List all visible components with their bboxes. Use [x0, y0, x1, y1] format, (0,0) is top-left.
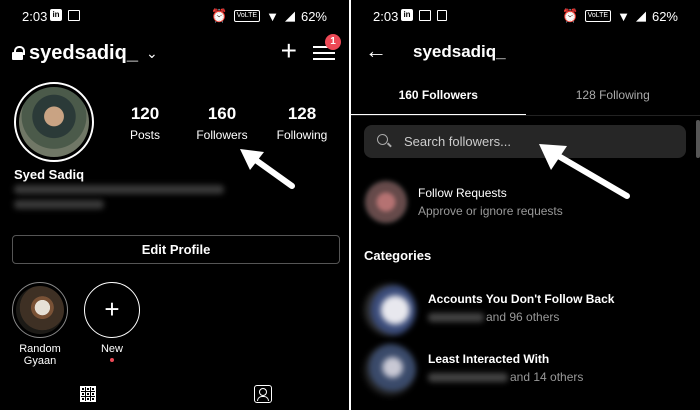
status-notif-icons: in [50, 9, 80, 21]
username-switcher[interactable]: syedsadiq_ [29, 42, 138, 65]
battery-percent: 62% [651, 8, 678, 24]
chevron-down-icon[interactable]: ⌄ [146, 45, 158, 62]
new-highlight-button[interactable]: + New [84, 282, 140, 362]
following-stat[interactable]: 128 Following [270, 104, 334, 142]
following-label: Following [276, 128, 328, 142]
category-subtitle-text: and 96 others [486, 310, 560, 324]
lock-icon [12, 46, 25, 60]
profile-header: syedsadiq_ ⌄ + 1 [12, 34, 341, 70]
avatar [364, 284, 416, 336]
profile-screen: 2:03 in ⏰ VoLTE ▼ ◢ 62% syedsadiq_ ⌄ + 1… [0, 0, 349, 410]
alarm-icon: ⏰ [562, 8, 579, 23]
avatar [19, 87, 89, 157]
highlight-cover [12, 282, 68, 338]
posts-label: Posts [129, 128, 160, 142]
tab-following[interactable]: 128 Following [526, 78, 700, 115]
page-title: syedsadiq_ [413, 42, 506, 61]
search-icon [377, 134, 388, 145]
screen-icon [68, 9, 80, 21]
followers-screen: 2:03 in ⏰ VoLTE ▼ ◢ 62% ← syedsadiq_ 160… [351, 0, 700, 410]
profile-content-tabs [0, 382, 349, 410]
followers-tabs: 160 Followers 128 Following [351, 78, 700, 116]
scrollbar[interactable] [696, 120, 700, 158]
plus-icon: + [84, 282, 140, 338]
battery-percent: 62% [300, 8, 327, 24]
category-subtitle: and 14 others [428, 370, 583, 384]
linkedin-icon: in [401, 9, 413, 21]
status-notif-icons: in [401, 9, 447, 21]
blurred-username [428, 313, 484, 323]
status-time: 2:03 [373, 9, 399, 24]
followers-stat[interactable]: 160 Followers [190, 104, 254, 142]
blurred-username [428, 373, 508, 383]
signal-icon: ◢ [284, 8, 295, 23]
category-title: Least Interacted With [428, 352, 550, 366]
tab-followers[interactable]: 160 Followers [351, 78, 526, 115]
grid-icon[interactable] [80, 386, 96, 402]
followers-header: ← syedsadiq_ [351, 36, 700, 70]
followers-count: 160 [207, 104, 237, 123]
categories-heading: Categories [364, 248, 432, 263]
status-right-icons: ⏰ VoLTE ▼ ◢ 62% [562, 8, 678, 24]
tagged-icon[interactable] [254, 385, 272, 403]
status-time: 2:03 [22, 9, 48, 24]
profile-bio-blurred [14, 185, 234, 215]
highlight-random-gyaan[interactable]: Random Gyaan [4, 282, 76, 367]
avatar [364, 180, 408, 224]
signal-icon: ◢ [635, 8, 646, 23]
status-bar: 2:03 in ⏰ VoLTE ▼ ◢ 62% [351, 0, 700, 34]
create-post-button[interactable]: + [281, 36, 297, 66]
menu-icon-line [313, 52, 335, 54]
annotation-arrow [539, 144, 630, 199]
posts-stat[interactable]: 120 Posts [120, 104, 170, 142]
category-subtitle: and 96 others [428, 310, 559, 324]
back-arrow-icon[interactable]: ← [365, 38, 387, 64]
new-dot-indicator [110, 358, 114, 362]
status-bar: 2:03 in ⏰ VoLTE ▼ ◢ 62% [0, 0, 349, 34]
wifi-icon: ▼ [266, 8, 279, 24]
menu-icon-line [313, 58, 335, 60]
coffee-image [16, 286, 64, 334]
notification-badge: 1 [325, 34, 341, 50]
category-title: Accounts You Don't Follow Back [428, 292, 615, 306]
posts-count: 120 [130, 104, 160, 123]
profile-avatar[interactable] [14, 82, 94, 162]
highlight-label: New [100, 343, 123, 355]
avatar [364, 344, 416, 396]
follow-requests-title: Follow Requests [418, 186, 507, 200]
volte-icon: VoLTE [584, 10, 612, 22]
wifi-icon: ▼ [617, 8, 630, 24]
search-bar[interactable] [364, 125, 686, 158]
annotation-arrow [240, 149, 295, 189]
edit-profile-button[interactable]: Edit Profile [12, 235, 340, 264]
following-count: 128 [287, 104, 317, 123]
alarm-icon: ⏰ [211, 8, 228, 23]
image-icon [437, 9, 447, 21]
bio-line [14, 185, 224, 194]
menu-button[interactable]: 1 [313, 34, 341, 62]
profile-name: Syed Sadiq [14, 167, 85, 182]
bio-line [14, 200, 104, 209]
followers-label: Followers [196, 128, 248, 142]
follow-requests-subtitle: Approve or ignore requests [418, 204, 563, 218]
linkedin-icon: in [50, 9, 62, 21]
screen-icon [419, 9, 431, 21]
highlight-label: Random Gyaan [19, 343, 61, 367]
volte-icon: VoLTE [233, 10, 261, 22]
status-right-icons: ⏰ VoLTE ▼ ◢ 62% [211, 8, 327, 24]
category-subtitle-text: and 14 others [510, 370, 584, 384]
